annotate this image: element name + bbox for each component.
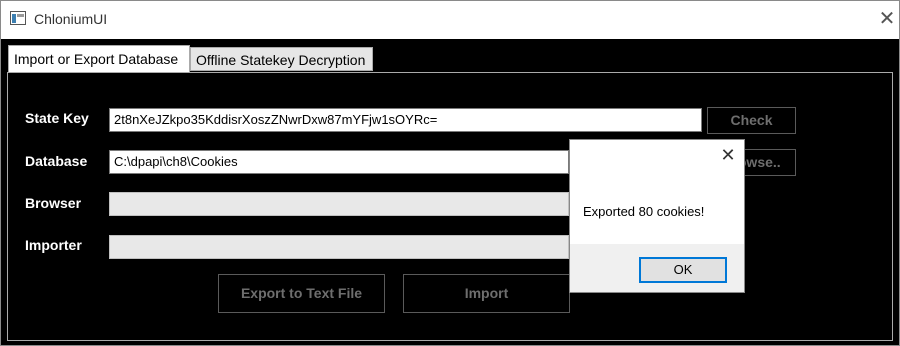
- state-key-input[interactable]: 2t8nXeJZkpo35KddisrXoszZNwrDxw87mYFjw1sO…: [109, 108, 702, 132]
- app-window: ChloniumUI ✕ Import or Export Database O…: [0, 0, 900, 346]
- import-button[interactable]: Import: [403, 274, 570, 313]
- browser-label: Browser: [25, 195, 82, 211]
- importer-label: Importer: [25, 237, 82, 253]
- app-icon: [10, 11, 26, 25]
- tab-import-export[interactable]: Import or Export Database: [8, 45, 190, 73]
- export-to-text-file-button[interactable]: Export to Text File: [218, 274, 385, 313]
- check-button[interactable]: Check: [707, 107, 796, 134]
- dialog-message: Exported 80 cookies!: [583, 204, 705, 219]
- tab-offline-statekey[interactable]: Offline Statekey Decryption: [190, 47, 373, 71]
- window-title: ChloniumUI: [34, 11, 108, 27]
- ok-button[interactable]: OK: [639, 257, 727, 283]
- title-bar: ChloniumUI ✕: [1, 1, 899, 39]
- dialog-close-icon[interactable]: ✕: [718, 145, 738, 165]
- importer-select[interactable]: [109, 235, 569, 259]
- dialog-footer: OK: [570, 244, 744, 292]
- close-icon[interactable]: ✕: [874, 7, 900, 33]
- database-input[interactable]: C:\dpapi\ch8\Cookies: [109, 150, 569, 174]
- database-label: Database: [25, 153, 88, 169]
- state-key-label: State Key: [25, 110, 89, 126]
- message-dialog: ✕ Exported 80 cookies! OK: [569, 139, 745, 293]
- browser-select[interactable]: [109, 192, 569, 216]
